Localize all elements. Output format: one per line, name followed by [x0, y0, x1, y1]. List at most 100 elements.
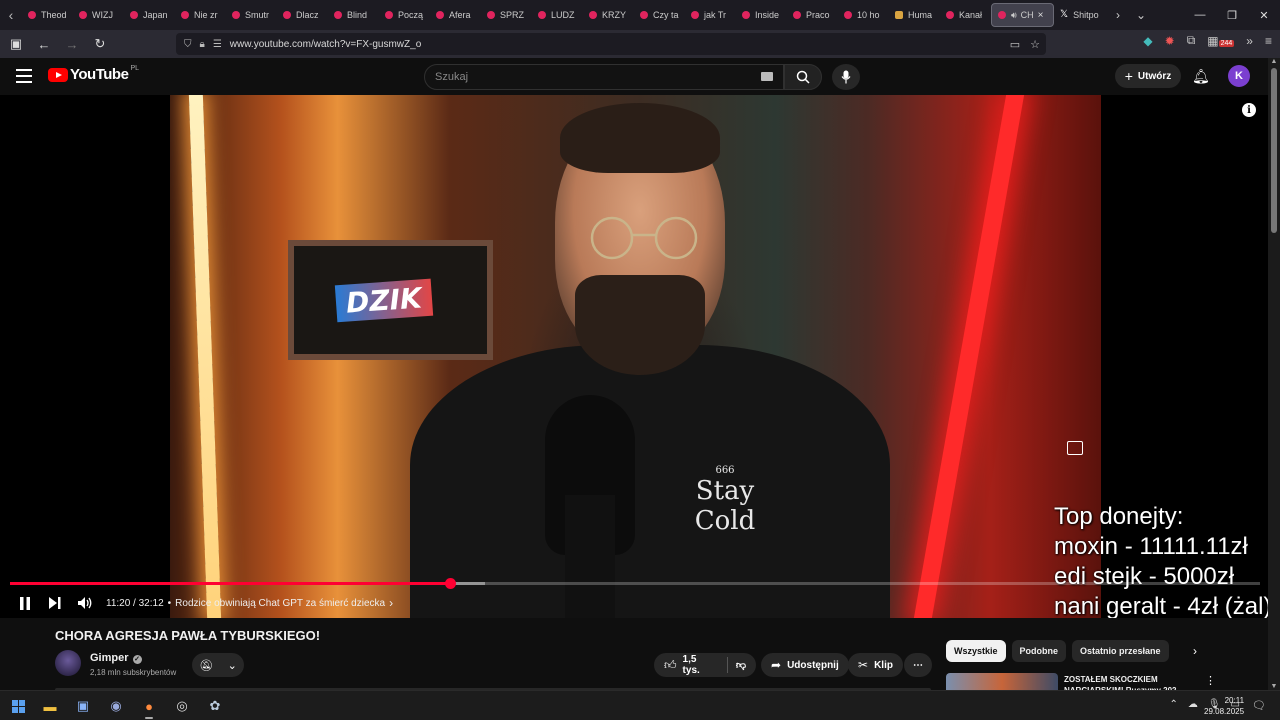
chapter-chevron-icon[interactable]: ›: [389, 596, 393, 610]
youtube-logo[interactable]: YouTube PL: [48, 65, 139, 83]
close-tab-icon[interactable]: ×: [1038, 10, 1044, 21]
file-explorer-icon[interactable]: ▬: [42, 698, 58, 714]
browser-tab[interactable]: Theod: [22, 3, 73, 27]
miniplayer-icon[interactable]: [1067, 441, 1083, 455]
browser-tab-active[interactable]: 🔊︎ CH ×: [991, 3, 1054, 27]
clip-button[interactable]: ✂ Klip: [848, 653, 903, 677]
steam-icon[interactable]: ◉: [108, 698, 124, 714]
browser-tab[interactable]: 𝕏 Shitpo: [1054, 3, 1105, 27]
reload-icon[interactable]: ↻: [88, 32, 112, 56]
channel-avatar[interactable]: [55, 650, 81, 676]
scroll-up-icon[interactable]: ▲: [1270, 58, 1278, 65]
browser-tab[interactable]: Afera: [430, 3, 481, 27]
browser-tab[interactable]: Czy ta: [634, 3, 685, 27]
channel-name[interactable]: Gimper ✓: [90, 652, 142, 664]
browser-tab[interactable]: LUDZ: [532, 3, 583, 27]
browser-tab[interactable]: Blind: [328, 3, 379, 27]
back-icon[interactable]: ←: [32, 32, 56, 56]
windows-start-icon[interactable]: [10, 698, 26, 714]
obs-icon[interactable]: ◎: [174, 698, 190, 714]
info-icon[interactable]: i: [1242, 103, 1256, 117]
chapter-title[interactable]: Rodzice obwiniają Chat GPT za śmierć dzi…: [175, 598, 385, 609]
monitor-app-icon[interactable]: ▣: [75, 698, 91, 714]
ublock-extension-icon[interactable]: ✹: [1165, 34, 1175, 48]
volume-icon[interactable]: [70, 591, 100, 615]
browser-tab[interactable]: KRZY: [583, 3, 634, 27]
voice-search-button[interactable]: [832, 64, 860, 90]
browser-tab[interactable]: Kanał: [940, 3, 991, 27]
search-button[interactable]: [784, 64, 822, 90]
browser-tab[interactable]: Dlacz: [277, 3, 328, 27]
extensions-icon[interactable]: ⧉: [1187, 33, 1196, 48]
forward-icon[interactable]: →: [60, 32, 84, 56]
youtube-icon: [589, 11, 597, 19]
keyboard-icon[interactable]: [761, 72, 773, 81]
browser-tab[interactable]: SPRZ: [481, 3, 532, 27]
browser-tab[interactable]: Japan: [124, 3, 175, 27]
tab-scroll-right-icon[interactable]: ›: [1116, 8, 1120, 22]
tray-expand-icon[interactable]: ⌃: [1169, 699, 1177, 710]
clock[interactable]: 20:11 29.08.2025: [1204, 695, 1244, 717]
app-icon[interactable]: ✿: [207, 698, 223, 714]
browser-tab[interactable]: jak Tr: [685, 3, 736, 27]
tab-label: Theod: [41, 10, 67, 20]
dislike-icon[interactable]: 👎︎: [736, 659, 746, 671]
page-scrollbar[interactable]: ▲ ▼: [1268, 58, 1280, 690]
pause-icon[interactable]: [10, 591, 40, 615]
onedrive-icon[interactable]: ☁: [1188, 699, 1198, 710]
next-video-icon[interactable]: [40, 591, 70, 615]
chip-all[interactable]: Wszystkie: [946, 640, 1006, 662]
permissions-icon[interactable]: ☰: [213, 39, 222, 50]
close-window-icon[interactable]: ✕: [1248, 0, 1280, 30]
counter-extension-icon[interactable]: ▦ 244: [1207, 34, 1235, 48]
chip-related[interactable]: Podobne: [1011, 640, 1067, 662]
tab-scroll-left-icon[interactable]: ‹: [0, 0, 22, 30]
video-frame[interactable]: DZIK 666 Stay Cold: [170, 95, 1101, 618]
browser-tab[interactable]: Praco: [787, 3, 838, 27]
progress-scrubber[interactable]: [445, 578, 456, 589]
youtube-wordmark: YouTube: [70, 66, 129, 83]
vpn-extension-icon[interactable]: ◆: [1143, 34, 1152, 48]
browser-tab[interactable]: 10 ho: [838, 3, 889, 27]
scroll-down-icon[interactable]: ▼: [1270, 683, 1278, 690]
browser-tab[interactable]: Inside: [736, 3, 787, 27]
subscription-notifications-button[interactable]: 🔕︎ ⌄: [192, 653, 244, 677]
like-icon[interactable]: 👍︎: [664, 658, 677, 673]
lock-icon[interactable]: 🔒︎: [200, 39, 205, 50]
browser-tab[interactable]: Huma: [889, 3, 940, 27]
browser-tab[interactable]: Smutr: [226, 3, 277, 27]
share-button[interactable]: ➦ Udostępnij: [761, 653, 849, 677]
more-actions-icon[interactable]: ⋯: [904, 653, 932, 677]
list-all-tabs-icon[interactable]: ⌄: [1136, 8, 1146, 22]
shield-icon[interactable]: ⛉: [184, 39, 192, 50]
guide-menu-icon[interactable]: [16, 69, 32, 83]
browser-tab[interactable]: WIZJ: [73, 3, 124, 27]
recommended-video-menu-icon[interactable]: ⋮: [1205, 674, 1216, 687]
scrollbar-thumb[interactable]: [1271, 68, 1277, 233]
speaker-icon[interactable]: 🔊︎: [1011, 10, 1017, 21]
app-menu-icon[interactable]: ≡: [1265, 34, 1272, 48]
bookmark-star-icon[interactable]: ☆: [1030, 38, 1040, 51]
browser-tab[interactable]: Począ: [379, 3, 430, 27]
youtube-icon: [487, 11, 495, 19]
more-tools-icon[interactable]: »: [1246, 34, 1253, 48]
notifications-bell-icon[interactable]: 🔔︎: [1192, 68, 1210, 85]
tab-groups-icon[interactable]: ▣: [4, 32, 28, 56]
address-bar[interactable]: ⛉ 🔒︎ ☰ www.youtube.com/watch?v=FX-gusmwZ…: [176, 33, 1046, 55]
browser-tab[interactable]: Nie zr: [175, 3, 226, 27]
progress-bar[interactable]: [10, 578, 1260, 589]
tab-label: Inside: [755, 10, 780, 20]
minimize-icon[interactable]: —: [1184, 0, 1216, 30]
notifications-icon[interactable]: 🗨︎: [1252, 699, 1266, 712]
like-count[interactable]: 1,5 tys.: [683, 654, 715, 676]
restore-icon[interactable]: ❐: [1216, 0, 1248, 30]
reader-view-icon[interactable]: ▭: [1010, 38, 1020, 51]
firefox-icon[interactable]: ●: [141, 698, 157, 719]
youtube-icon: [640, 11, 648, 19]
chip-recently-uploaded[interactable]: Ostatnio przesłane: [1072, 640, 1169, 662]
create-button[interactable]: + Utwórz: [1115, 64, 1181, 88]
video-player[interactable]: DZIK 666 Stay Cold i Top donejty: moxin …: [0, 95, 1268, 618]
search-input[interactable]: Szukaj: [424, 64, 784, 90]
chips-next-icon[interactable]: ›: [1193, 644, 1197, 658]
account-avatar[interactable]: K: [1228, 65, 1250, 87]
